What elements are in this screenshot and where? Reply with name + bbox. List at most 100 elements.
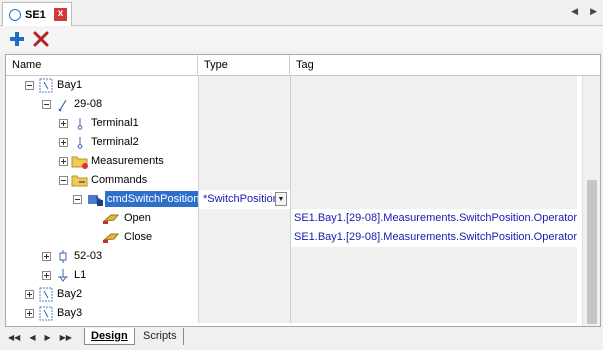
tree-label: Bay3 — [57, 307, 83, 319]
tag-cell[interactable] — [290, 285, 577, 304]
bay-icon — [39, 78, 53, 93]
bay-icon — [39, 306, 53, 321]
add-icon[interactable] — [8, 30, 26, 48]
column-header-tag[interactable]: Tag — [290, 55, 576, 76]
type-cell[interactable] — [198, 266, 290, 285]
tab-scripts[interactable]: Scripts — [137, 328, 184, 345]
column-header-name[interactable]: Name — [6, 55, 198, 76]
bottom-tabbar: ◀◀ ◀ ▶ ▶▶ Design Scripts — [0, 328, 603, 350]
tree-row-29-08[interactable]: 29-08 — [6, 95, 577, 114]
tag-cell[interactable] — [290, 95, 577, 114]
type-cell[interactable] — [198, 247, 290, 266]
next-sheet-icon[interactable]: ▶ — [44, 333, 50, 342]
tag-cell[interactable] — [290, 266, 577, 285]
scroll-right-icon[interactable]: ▶ — [590, 6, 597, 17]
tree-row-bay1[interactable]: Bay1 — [6, 76, 577, 95]
tree-rows: Bay1 29-08 Terminal1 Terminal2 Measureme… — [6, 76, 577, 323]
collapse-icon[interactable] — [25, 81, 34, 90]
tag-cell[interactable] — [290, 304, 577, 323]
close-tab-button[interactable]: x — [54, 8, 67, 21]
grid-header: Name Type Tag — [6, 55, 600, 76]
prev-sheet-icon[interactable]: ◀ — [29, 333, 35, 342]
tree-row-commands[interactable]: Commands — [6, 171, 577, 190]
document-icon — [9, 8, 21, 21]
line-icon — [58, 269, 68, 282]
type-value: *SwitchPosition — [203, 193, 279, 205]
tree-row-measurements[interactable]: Measurements — [6, 152, 577, 171]
column-header-type[interactable]: Type — [198, 55, 290, 76]
tree-label: 52-03 — [74, 250, 103, 262]
tree-row-52-03[interactable]: 52-03 — [6, 247, 577, 266]
tree-row-open[interactable]: Open SE1.Bay1.[29-08].Measurements.Switc… — [6, 209, 577, 228]
scrollbar-thumb[interactable] — [587, 180, 597, 324]
terminal-icon — [77, 137, 83, 149]
tree-label: Bay1 — [57, 79, 83, 91]
type-cell-editor[interactable]: *SwitchPosition ▼ — [198, 190, 290, 209]
first-sheet-icon[interactable]: ◀◀ — [8, 333, 20, 342]
collapse-icon[interactable] — [42, 100, 51, 109]
measurements-folder-icon — [71, 156, 88, 169]
tree-grid: Name Type Tag Bay1 29-08 Terminal1 Termi… — [5, 54, 601, 327]
tag-cell[interactable] — [290, 133, 577, 152]
expand-icon[interactable] — [25, 290, 34, 299]
last-sheet-icon[interactable]: ▶▶ — [60, 333, 72, 342]
tree-row-l1[interactable]: L1 — [6, 266, 577, 285]
tree-label: Terminal1 — [91, 117, 139, 129]
tag-cell[interactable] — [290, 76, 577, 95]
tree-row-bay2[interactable]: Bay2 — [6, 285, 577, 304]
tag-cell[interactable] — [290, 247, 577, 266]
tree-row-close[interactable]: Close SE1.Bay1.[29-08].Measurements.Swit… — [6, 228, 577, 247]
tab-nav: ◀ ▶ — [571, 6, 597, 17]
tree-row-terminal2[interactable]: Terminal2 — [6, 133, 577, 152]
expand-icon[interactable] — [59, 157, 68, 166]
type-cell[interactable] — [198, 209, 290, 228]
expand-icon[interactable] — [42, 252, 51, 261]
delete-icon[interactable] — [32, 30, 50, 48]
expand-icon[interactable] — [59, 119, 68, 128]
document-tabstrip: SE1 x ◀ ▶ — [0, 0, 603, 26]
switch-icon — [58, 99, 67, 112]
expand-icon[interactable] — [59, 138, 68, 147]
type-cell[interactable] — [198, 114, 290, 133]
breaker-icon — [59, 250, 67, 263]
tree-label: Terminal2 — [91, 136, 139, 148]
collapse-icon[interactable] — [73, 195, 82, 204]
tag-cell[interactable]: SE1.Bay1.[29-08].Measurements.SwitchPosi… — [290, 209, 577, 228]
tag-cell[interactable] — [290, 152, 577, 171]
commands-folder-icon — [71, 175, 88, 187]
tree-label: L1 — [74, 269, 87, 281]
type-cell[interactable] — [198, 95, 290, 114]
type-cell[interactable] — [198, 76, 290, 95]
type-cell[interactable] — [198, 133, 290, 152]
vertical-scrollbar[interactable] — [582, 76, 600, 326]
sheet-nav: ◀◀ ◀ ▶ ▶▶ — [8, 333, 72, 342]
expand-icon[interactable] — [25, 309, 34, 318]
tree-label-selected: cmdSwitchPosition — [105, 191, 202, 207]
type-cell[interactable] — [198, 171, 290, 190]
collapse-icon[interactable] — [59, 176, 68, 185]
open-command-icon — [102, 214, 120, 224]
tab-design[interactable]: Design — [84, 328, 135, 345]
tag-cell[interactable]: SE1.Bay1.[29-08].Measurements.SwitchPosi… — [290, 228, 577, 247]
type-cell[interactable] — [198, 152, 290, 171]
tag-cell[interactable] — [290, 190, 577, 209]
type-cell[interactable] — [198, 228, 290, 247]
tree-row-terminal1[interactable]: Terminal1 — [6, 114, 577, 133]
command-icon — [88, 195, 103, 206]
expand-icon[interactable] — [42, 271, 51, 280]
document-tab-title: SE1 — [25, 8, 46, 21]
chevron-down-icon[interactable]: ▼ — [275, 192, 287, 206]
tree-label: Commands — [91, 174, 148, 186]
type-cell[interactable] — [198, 285, 290, 304]
scroll-left-icon[interactable]: ◀ — [571, 6, 578, 17]
tag-cell[interactable] — [290, 114, 577, 133]
tree-row-cmdswitchposition[interactable]: cmdSwitchPosition *SwitchPosition ▼ — [6, 190, 577, 209]
tag-cell[interactable] — [290, 171, 577, 190]
document-tab-se1[interactable]: SE1 x — [2, 2, 72, 26]
type-cell[interactable] — [198, 304, 290, 323]
toolbar — [0, 27, 603, 51]
bay-icon — [39, 287, 53, 302]
tree-row-bay3[interactable]: Bay3 — [6, 304, 577, 323]
close-command-icon — [102, 233, 120, 243]
tree-label: 29-08 — [74, 98, 103, 110]
